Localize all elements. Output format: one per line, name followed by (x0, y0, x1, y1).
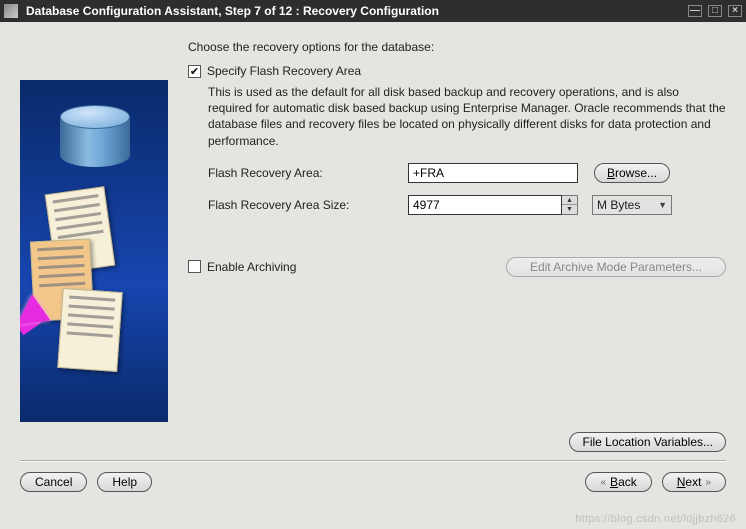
size-unit-combo[interactable]: M Bytes ▼ (592, 195, 672, 215)
size-unit-selected: M Bytes (597, 198, 640, 212)
watermark-text: https://blog.csdn.net/ldjjbzh626 (575, 513, 736, 525)
maximize-button[interactable]: □ (708, 5, 722, 17)
browse-button[interactable]: Browse... (594, 163, 670, 183)
enable-archiving-checkbox-row: Enable Archiving Edit Archive Mode Param… (188, 257, 726, 277)
spinner-down-icon[interactable]: ▼ (562, 205, 577, 214)
flash-recovery-area-label: Flash Recovery Area: (208, 166, 408, 180)
flash-recovery-size-row: Flash Recovery Area Size: ▲ ▼ M Bytes ▼ (208, 195, 726, 215)
size-spinner[interactable]: ▲ ▼ (562, 195, 578, 215)
file-location-variables-button[interactable]: File Location Variables... (569, 432, 726, 452)
bottom-area: File Location Variables... (0, 430, 746, 460)
specify-flash-recovery-checkbox-row: ✔ Specify Flash Recovery Area (188, 64, 726, 78)
wizard-sidebar-image (20, 80, 168, 422)
database-cylinder-icon (60, 105, 130, 175)
footer: Cancel Help « Back Next » (0, 462, 746, 492)
archiving-section: Enable Archiving Edit Archive Mode Param… (188, 257, 726, 277)
edit-archive-params-button: Edit Archive Mode Parameters... (506, 257, 726, 277)
window-title: Database Configuration Assistant, Step 7… (26, 4, 688, 18)
specify-flash-recovery-label: Specify Flash Recovery Area (207, 64, 361, 78)
cancel-button[interactable]: Cancel (20, 472, 87, 492)
flash-recovery-section: ✔ Specify Flash Recovery Area This is us… (188, 64, 726, 215)
flash-recovery-size-label: Flash Recovery Area Size: (208, 198, 408, 212)
flash-recovery-area-input[interactable] (408, 163, 578, 183)
content-area: Choose the recovery options for the data… (0, 22, 746, 430)
document-icon (57, 288, 122, 372)
instruction-text: Choose the recovery options for the data… (188, 40, 726, 54)
enable-archiving-checkbox[interactable] (188, 260, 201, 273)
next-button-label: Next (677, 475, 702, 489)
close-button[interactable]: × (728, 5, 742, 17)
spinner-up-icon[interactable]: ▲ (562, 196, 577, 206)
app-icon (4, 4, 18, 18)
title-bar: Database Configuration Assistant, Step 7… (0, 0, 746, 22)
browse-button-label: Browse... (607, 166, 657, 180)
back-button[interactable]: « Back (585, 472, 651, 492)
enable-archiving-label: Enable Archiving (207, 260, 296, 274)
chevron-right-icon: » (705, 477, 711, 488)
window-controls: — □ × (688, 5, 742, 17)
flash-recovery-description: This is used as the default for all disk… (208, 84, 726, 149)
main-panel: Choose the recovery options for the data… (188, 40, 726, 422)
minimize-button[interactable]: — (688, 5, 702, 17)
help-button[interactable]: Help (97, 472, 152, 492)
next-button[interactable]: Next » (662, 472, 726, 492)
chevron-down-icon: ▼ (658, 200, 667, 210)
specify-flash-recovery-checkbox[interactable]: ✔ (188, 65, 201, 78)
flash-recovery-area-row: Flash Recovery Area: Browse... (208, 163, 726, 183)
chevron-left-icon: « (600, 477, 606, 488)
back-button-label: Back (610, 475, 637, 489)
flash-recovery-size-input[interactable] (408, 195, 562, 215)
